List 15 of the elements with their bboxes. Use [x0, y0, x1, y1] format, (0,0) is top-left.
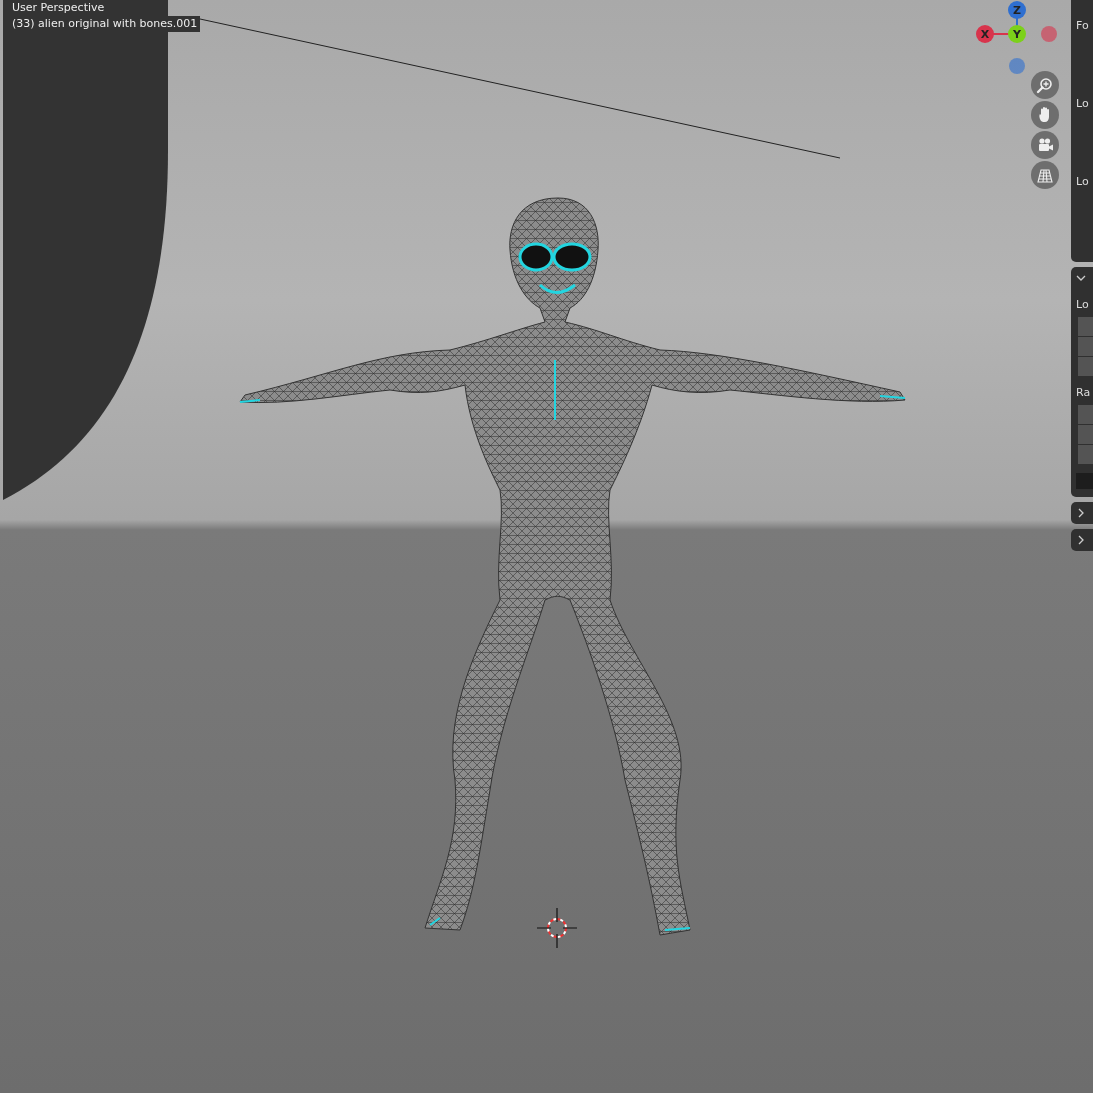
property-label: Lo	[1076, 174, 1090, 190]
pan-button[interactable]	[1031, 101, 1059, 129]
chevron-right-icon[interactable]	[1076, 508, 1086, 518]
chevron-down-icon[interactable]	[1076, 273, 1086, 283]
object-label: (33) alien original with bones.001	[12, 16, 201, 32]
property-label: Lo	[1076, 96, 1090, 112]
3d-cursor-icon	[536, 907, 578, 949]
property-label: Lo	[1076, 297, 1090, 313]
property-label: Ra	[1076, 385, 1092, 401]
camera-button[interactable]	[1031, 131, 1059, 159]
property-label: Fo	[1076, 18, 1090, 34]
chevron-right-icon[interactable]	[1076, 535, 1086, 545]
axis-gizmo-drawing[interactable]: Z X Y	[966, 0, 1066, 81]
grid-button[interactable]	[1031, 161, 1059, 189]
zoom-button[interactable]	[1031, 71, 1059, 99]
